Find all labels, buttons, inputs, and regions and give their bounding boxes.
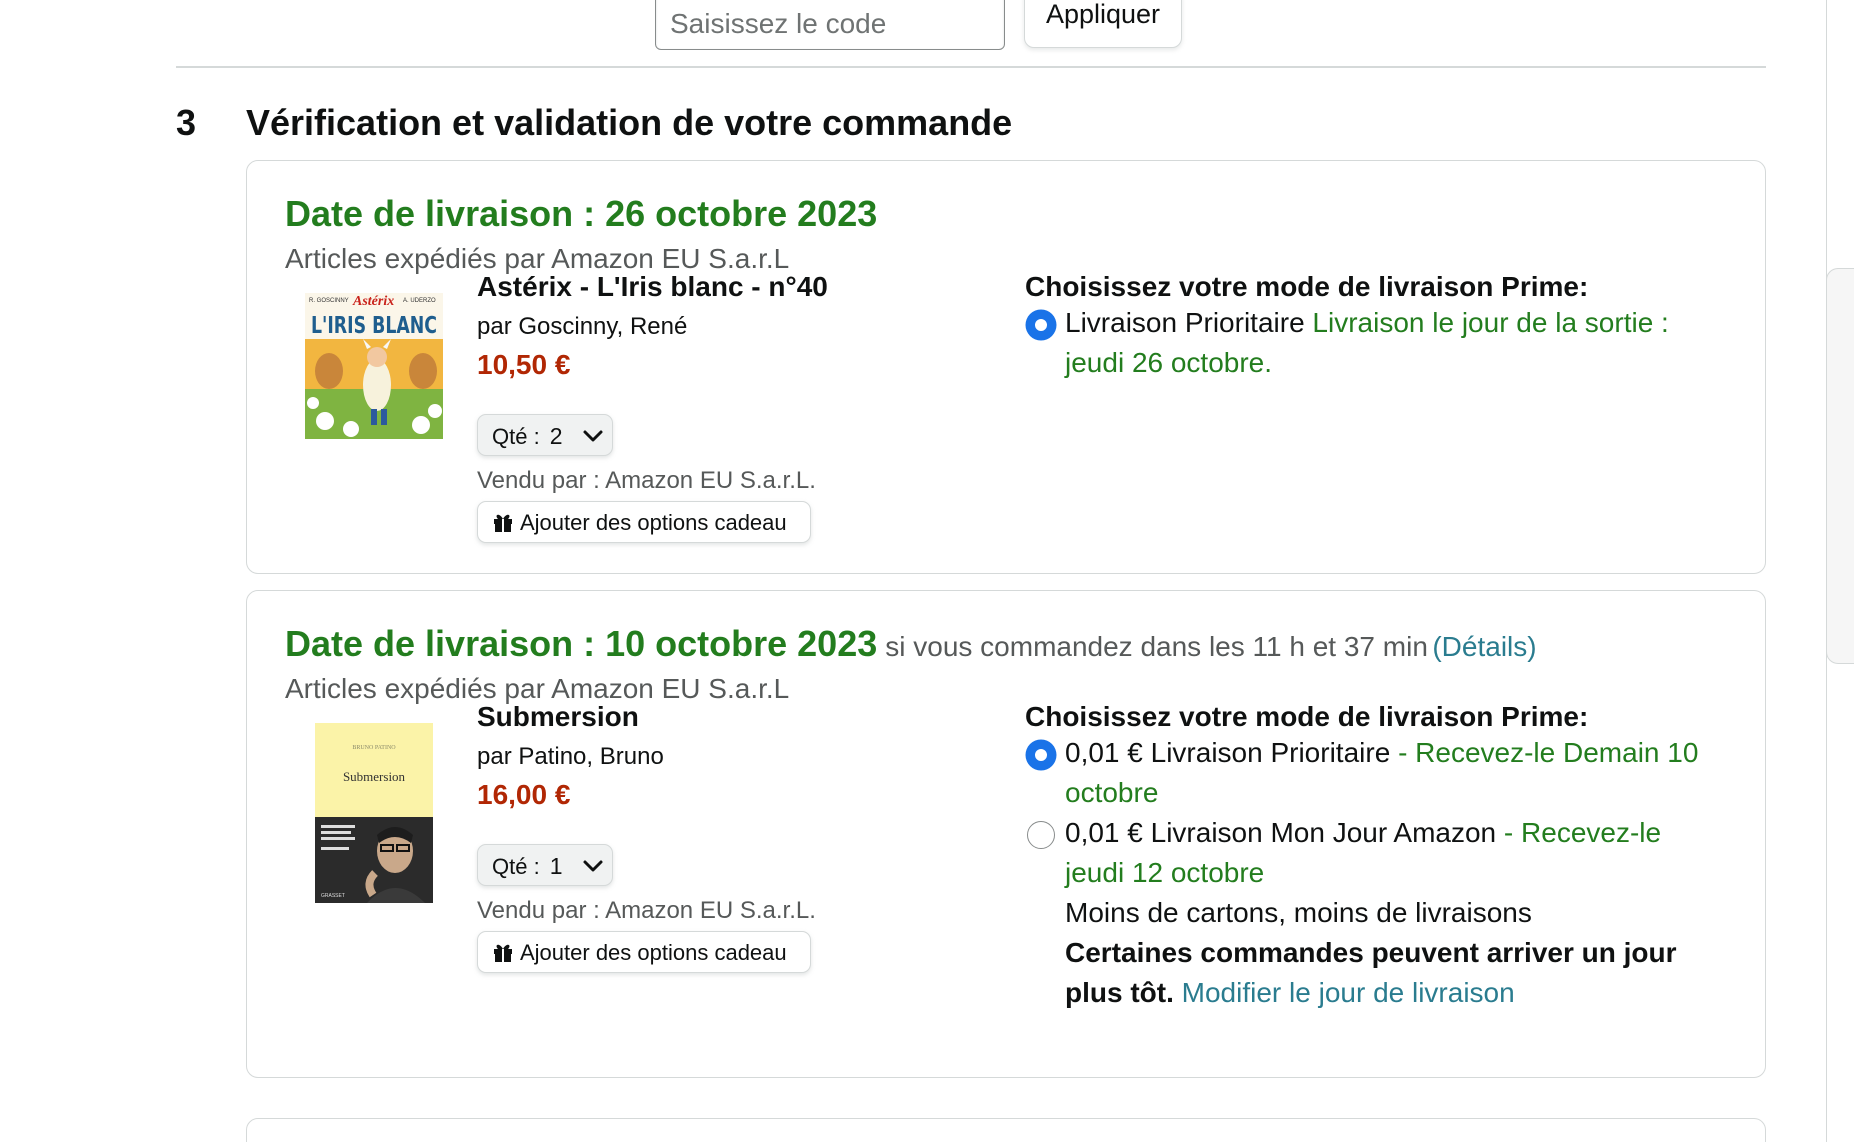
cover-title: Submersion <box>343 769 406 784</box>
qty-value: 2 <box>549 423 563 449</box>
product-title[interactable]: Astérix - L'Iris blanc - n°40 <box>477 271 828 303</box>
quantity-dropdown[interactable]: Qté : 1 <box>477 844 613 886</box>
shipping-option-priority[interactable]: 0,01 € Livraison Prioritaire - Recevez-l… <box>1065 733 1725 813</box>
shipment-group-2: Date de livraison : 10 octobre 2023 si vo… <box>246 590 1766 1078</box>
gift-icon <box>492 941 514 969</box>
cover-title: L'IRIS BLANC <box>311 313 437 339</box>
product-author: par Goscinny, René <box>477 313 688 340</box>
chevron-down-icon <box>582 855 604 881</box>
qty-label: Qté : <box>492 424 540 449</box>
delivery-date: Date de livraison : 26 octobre 2023 <box>285 193 878 234</box>
sold-by: Vendu par : Amazon EU S.a.r.L. <box>477 467 816 494</box>
modify-delivery-day-link[interactable]: Modifier le jour de livraison <box>1182 977 1515 1008</box>
shipping-options-heading: Choisissez votre mode de livraison Prime… <box>1025 701 1589 732</box>
quantity-dropdown[interactable]: Qté : 2 <box>477 414 613 456</box>
details-link[interactable]: (Détails) <box>1432 631 1536 662</box>
product-author: par Patino, Bruno <box>477 743 664 770</box>
shipping-option-radio-priority[interactable] <box>1027 741 1055 769</box>
delivery-date-line: Date de livraison : 10 octobre 2023 si vo… <box>285 623 1537 665</box>
scrollbar-thumb[interactable] <box>1826 268 1854 664</box>
option-name: Livraison Prioritaire <box>1065 307 1305 338</box>
cover-publisher: GRASSET <box>321 893 345 899</box>
delivery-date-line: Date de livraison : 26 octobre 2023 <box>285 193 877 235</box>
qty-label: Qté : <box>492 854 540 879</box>
shipping-option-label[interactable]: Livraison Prioritaire Livraison le jour … <box>1065 303 1725 383</box>
chevron-down-icon <box>582 425 604 451</box>
gift-icon <box>492 511 514 539</box>
shipping-option-mon-jour[interactable]: 0,01 € Livraison Mon Jour Amazon - Recev… <box>1065 813 1725 1013</box>
gift-label: Ajouter des options cadeau <box>520 510 787 535</box>
book-cover-asterix-icon: R. GOSCINNY Astérix A. UDERZO L'IRIS BLA… <box>305 293 443 439</box>
option-name: 0,01 € Livraison Mon Jour Amazon <box>1065 817 1497 848</box>
shipment-group-3 <box>246 1118 1766 1142</box>
cover-header-right: A. UDERZO <box>403 298 436 304</box>
section-title: Vérification et validation de votre comm… <box>246 102 1013 143</box>
sold-by: Vendu par : Amazon EU S.a.r.L. <box>477 897 816 924</box>
product-price: 10,50 € <box>477 349 571 380</box>
product-image[interactable]: R. GOSCINNY Astérix A. UDERZO L'IRIS BLA… <box>305 293 443 439</box>
book-cover-submersion-icon: BRUNO PATINO Submersion GRASSET <box>315 723 433 903</box>
cover-author: BRUNO PATINO <box>352 745 396 751</box>
promo-code-input[interactable] <box>655 0 1005 50</box>
section-divider <box>176 66 1766 68</box>
shipping-option-radio[interactable] <box>1027 311 1055 339</box>
product-price: 16,00 € <box>477 779 571 810</box>
add-gift-options-button[interactable]: Ajouter des options cadeau <box>477 931 811 973</box>
add-gift-options-button[interactable]: Ajouter des options cadeau <box>477 501 811 543</box>
qty-value: 1 <box>549 853 563 879</box>
gift-label: Ajouter des options cadeau <box>520 940 787 965</box>
shipping-option-radio-mon-jour[interactable] <box>1027 821 1055 849</box>
delivery-date: Date de livraison : 10 octobre 2023 <box>285 623 878 664</box>
step-number: 3 <box>176 102 197 143</box>
shipping-options-heading: Choisissez votre mode de livraison Prime… <box>1025 271 1589 302</box>
option-note: Moins de cartons, moins de livraisons <box>1065 897 1532 928</box>
apply-promo-button[interactable]: Appliquer <box>1024 0 1182 48</box>
shipment-group-1: Date de livraison : 26 octobre 2023 Arti… <box>246 160 1766 574</box>
cover-header-left: R. GOSCINNY <box>309 298 349 304</box>
product-image[interactable]: BRUNO PATINO Submersion GRASSET <box>315 723 433 903</box>
order-cutoff-text: si vous commandez dans les 11 h et 37 mi… <box>885 631 1428 662</box>
option-name: 0,01 € Livraison Prioritaire <box>1065 737 1391 768</box>
product-title[interactable]: Submersion <box>477 701 639 733</box>
cover-header-brand: Astérix <box>352 294 394 309</box>
